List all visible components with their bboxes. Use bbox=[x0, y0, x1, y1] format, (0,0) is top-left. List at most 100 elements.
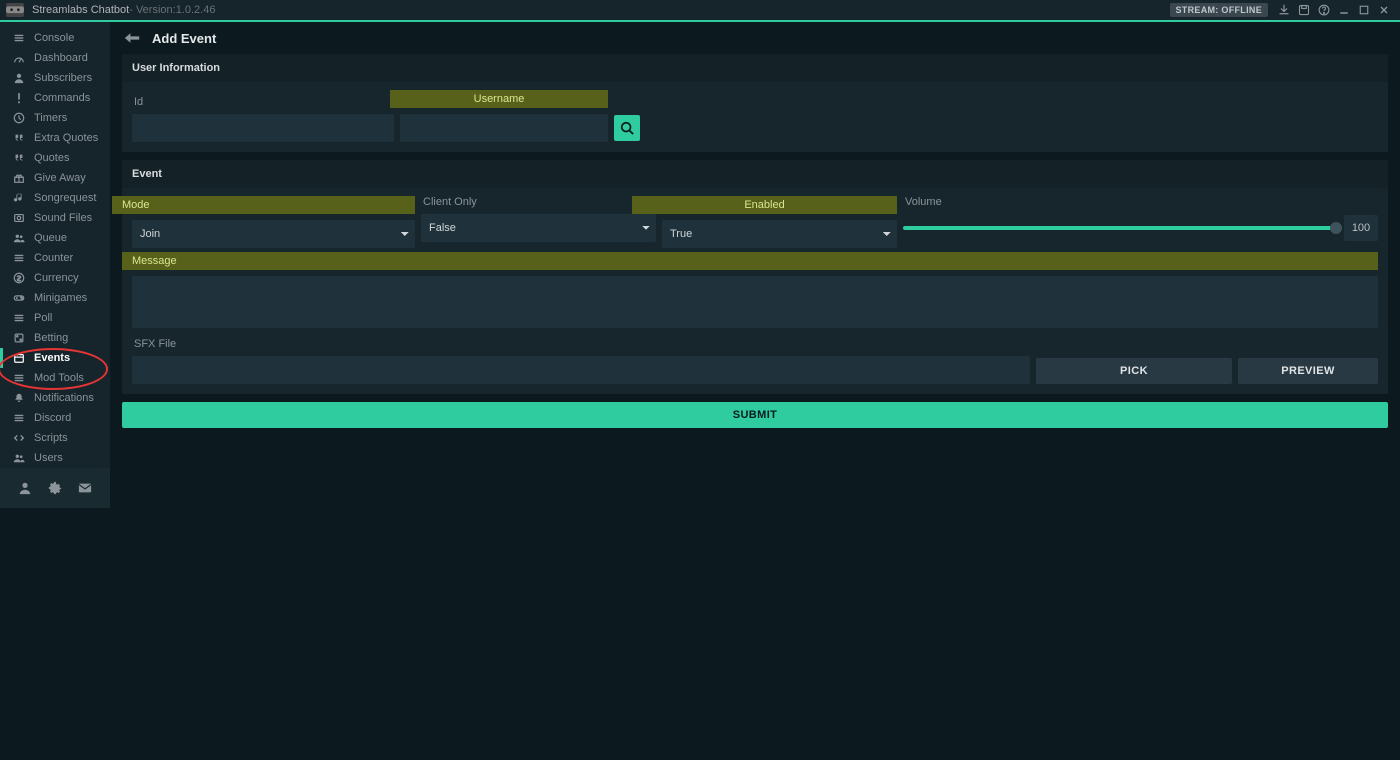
clock-icon bbox=[12, 111, 26, 125]
sidebar-item-dashboard[interactable]: Dashboard bbox=[0, 48, 110, 68]
sidebar-item-label: Currency bbox=[34, 272, 79, 284]
clientonly-select[interactable]: False bbox=[421, 214, 656, 242]
sidebar-item-timers[interactable]: Timers bbox=[0, 108, 110, 128]
save-icon[interactable] bbox=[1295, 1, 1313, 19]
minimize-icon[interactable] bbox=[1335, 1, 1353, 19]
quote-icon bbox=[12, 151, 26, 165]
volume-label: Volume bbox=[903, 196, 1378, 208]
sidebar-item-currency[interactable]: Currency bbox=[0, 268, 110, 288]
sidebar-item-label: Counter bbox=[34, 252, 73, 264]
sidebar-item-label: Dashboard bbox=[34, 52, 88, 64]
id-label: Id bbox=[132, 96, 394, 108]
mode-label: Mode bbox=[112, 196, 415, 214]
currency-icon bbox=[12, 271, 26, 285]
sidebar: Console Dashboard Subscribers Commands Timer… bbox=[0, 22, 110, 508]
stream-status-badge: STREAM: OFFLINE bbox=[1170, 3, 1269, 17]
sidebar-item-label: Discord bbox=[34, 412, 71, 424]
sidebar-item-label: Events bbox=[34, 352, 70, 364]
sidebar-item-label: Commands bbox=[34, 92, 90, 104]
user-info-panel: User Information Id Username bbox=[122, 54, 1388, 152]
sidebar-item-label: Quotes bbox=[34, 152, 69, 164]
page-title: Add Event bbox=[152, 31, 216, 46]
submit-button[interactable]: SUBMIT bbox=[122, 402, 1388, 428]
back-button[interactable] bbox=[122, 28, 142, 48]
sidebar-item-minigames[interactable]: Minigames bbox=[0, 288, 110, 308]
sidebar-item-commands[interactable]: Commands bbox=[0, 88, 110, 108]
sidebar-item-label: Give Away bbox=[34, 172, 86, 184]
list-icon bbox=[12, 311, 26, 325]
app-version: 1.0.2.46 bbox=[176, 4, 216, 16]
bang-icon bbox=[12, 91, 26, 105]
list-icon bbox=[12, 371, 26, 385]
sound-icon bbox=[12, 211, 26, 225]
users-icon bbox=[12, 451, 26, 465]
person-icon bbox=[12, 71, 26, 85]
clientonly-label: Client Only bbox=[421, 196, 656, 208]
gift-icon bbox=[12, 171, 26, 185]
profile-icon[interactable] bbox=[17, 480, 33, 496]
sidebar-item-give-away[interactable]: Give Away bbox=[0, 168, 110, 188]
sidebar-item-subscribers[interactable]: Subscribers bbox=[0, 68, 110, 88]
maximize-icon[interactable] bbox=[1355, 1, 1373, 19]
close-icon[interactable] bbox=[1375, 1, 1393, 19]
help-icon[interactable] bbox=[1315, 1, 1333, 19]
sidebar-item-quotes[interactable]: Quotes bbox=[0, 148, 110, 168]
sidebar-item-poll[interactable]: Poll bbox=[0, 308, 110, 328]
gamepad-icon bbox=[12, 291, 26, 305]
app-name: Streamlabs Chatbot bbox=[32, 4, 129, 16]
list-icon bbox=[12, 411, 26, 425]
gear-icon[interactable] bbox=[47, 480, 63, 496]
username-label: Username bbox=[390, 90, 608, 108]
list-icon bbox=[12, 31, 26, 45]
titlebar: Streamlabs Chatbot - Version: 1.0.2.46 S… bbox=[0, 0, 1400, 22]
download-icon[interactable] bbox=[1275, 1, 1293, 19]
sidebar-item-label: Console bbox=[34, 32, 74, 44]
quote-icon bbox=[12, 131, 26, 145]
pick-button[interactable]: PICK bbox=[1036, 358, 1232, 384]
volume-slider[interactable] bbox=[903, 226, 1336, 230]
event-panel: Event Mode Join Client Only False bbox=[122, 160, 1388, 394]
dashboard-icon bbox=[12, 51, 26, 65]
sidebar-item-mod-tools[interactable]: Mod Tools bbox=[0, 368, 110, 388]
sidebar-item-label: Sound Files bbox=[34, 212, 92, 224]
users-icon bbox=[12, 231, 26, 245]
sidebar-item-label: Scripts bbox=[34, 432, 68, 444]
user-info-header: User Information bbox=[122, 54, 1388, 82]
sidebar-item-label: Mod Tools bbox=[34, 372, 84, 384]
sidebar-item-betting[interactable]: Betting bbox=[0, 328, 110, 348]
search-button[interactable] bbox=[614, 115, 640, 141]
calendar-icon bbox=[12, 351, 26, 365]
mode-select[interactable]: Join bbox=[132, 220, 415, 248]
sidebar-item-sound-files[interactable]: Sound Files bbox=[0, 208, 110, 228]
sidebar-bottom-bar bbox=[0, 468, 110, 508]
sidebar-item-label: Subscribers bbox=[34, 72, 92, 84]
sidebar-item-scripts[interactable]: Scripts bbox=[0, 428, 110, 448]
sidebar-item-counter[interactable]: Counter bbox=[0, 248, 110, 268]
sidebar-item-songrequest[interactable]: Songrequest bbox=[0, 188, 110, 208]
mail-icon[interactable] bbox=[77, 480, 93, 496]
sidebar-item-discord[interactable]: Discord bbox=[0, 408, 110, 428]
event-header: Event bbox=[122, 160, 1388, 188]
message-input[interactable] bbox=[132, 276, 1378, 328]
sidebar-item-console[interactable]: Console bbox=[0, 28, 110, 48]
sfx-file-label: SFX File bbox=[132, 338, 1378, 350]
enabled-select[interactable]: True bbox=[662, 220, 897, 248]
id-input[interactable] bbox=[132, 114, 394, 142]
sidebar-item-label: Betting bbox=[34, 332, 68, 344]
sidebar-item-label: Minigames bbox=[34, 292, 87, 304]
sidebar-item-events[interactable]: Events bbox=[0, 348, 110, 368]
sidebar-item-notifications[interactable]: Notifications bbox=[0, 388, 110, 408]
volume-slider-thumb[interactable] bbox=[1330, 222, 1342, 234]
music-icon bbox=[12, 191, 26, 205]
message-label: Message bbox=[122, 252, 1378, 270]
list-icon bbox=[12, 251, 26, 265]
app-version-prefix: - Version: bbox=[129, 4, 175, 16]
page-header: Add Event bbox=[110, 22, 1400, 54]
sidebar-item-label: Extra Quotes bbox=[34, 132, 98, 144]
sidebar-item-users[interactable]: Users bbox=[0, 448, 110, 468]
sidebar-item-extra-quotes[interactable]: Extra Quotes bbox=[0, 128, 110, 148]
sidebar-item-queue[interactable]: Queue bbox=[0, 228, 110, 248]
username-input[interactable] bbox=[400, 114, 608, 142]
sfx-file-input[interactable] bbox=[132, 356, 1030, 384]
preview-button[interactable]: PREVIEW bbox=[1238, 358, 1378, 384]
